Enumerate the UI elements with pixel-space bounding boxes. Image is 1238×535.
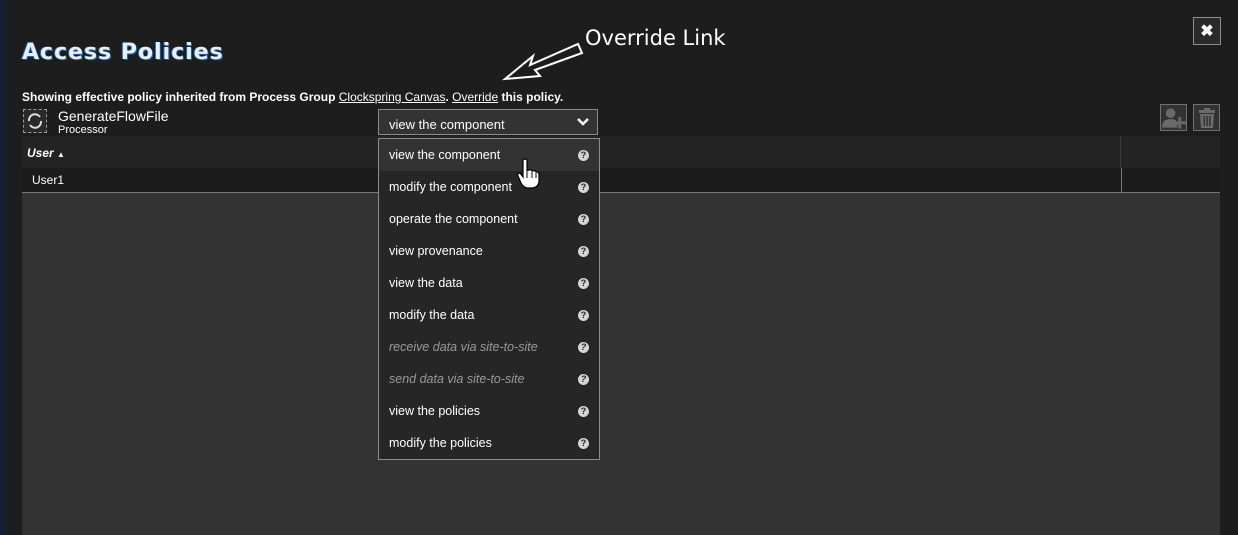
policy-option-send-site-to-site: send data via site-to-site?	[379, 363, 599, 395]
policy-option-view-provenance[interactable]: view provenance?	[379, 235, 599, 267]
policy-option-view-data[interactable]: view the data?	[379, 267, 599, 299]
policy-option-modify-policies[interactable]: modify the policies?	[379, 427, 599, 459]
policy-dropdown-menu: view the component? modify the component…	[378, 138, 600, 460]
component-name: GenerateFlowFile	[58, 108, 169, 124]
info-suffix: this policy.	[498, 90, 564, 104]
hand-pointer-icon	[517, 158, 540, 189]
users-grid: User ▲ User1	[22, 136, 1220, 535]
override-link[interactable]: Override	[452, 90, 498, 104]
policy-select[interactable]: view the component	[378, 109, 598, 135]
chevron-down-icon	[577, 115, 589, 130]
close-button[interactable]: ✖	[1193, 17, 1221, 45]
table-row[interactable]: User1	[22, 168, 1220, 193]
help-icon[interactable]: ?	[578, 310, 589, 321]
help-icon[interactable]: ?	[578, 342, 589, 353]
processor-icon	[23, 109, 47, 133]
add-user-button[interactable]	[1160, 104, 1187, 131]
help-icon[interactable]: ?	[578, 438, 589, 449]
user-cell: User1	[32, 173, 65, 187]
help-icon[interactable]: ?	[578, 214, 589, 225]
help-icon[interactable]: ?	[578, 278, 589, 289]
help-icon[interactable]: ?	[578, 246, 589, 257]
background-window-edge	[0, 0, 6, 535]
policy-option-view-component[interactable]: view the component?	[379, 139, 599, 171]
policy-option-modify-component[interactable]: modify the component?	[379, 171, 599, 203]
annotation-label: Override Link	[585, 26, 726, 50]
policy-option-modify-data[interactable]: modify the data?	[379, 299, 599, 331]
sort-ascending-icon: ▲	[57, 150, 65, 159]
help-icon[interactable]: ?	[578, 150, 589, 161]
process-group-link[interactable]: Clockspring Canvas	[339, 90, 446, 104]
delete-button[interactable]	[1193, 104, 1220, 131]
column-header-user[interactable]: User ▲	[27, 146, 65, 160]
policy-select-value: view the component	[389, 117, 505, 132]
close-icon: ✖	[1200, 23, 1214, 40]
inheritance-message: Showing effective policy inherited from …	[22, 90, 563, 104]
dialog-title: Access Policies	[22, 40, 224, 65]
help-icon[interactable]: ?	[578, 374, 589, 385]
column-divider	[1121, 168, 1122, 192]
help-icon[interactable]: ?	[578, 406, 589, 417]
help-icon[interactable]: ?	[578, 182, 589, 193]
component-type: Processor	[58, 124, 108, 136]
info-prefix: Showing effective policy inherited from …	[22, 90, 339, 104]
policy-option-view-policies[interactable]: view the policies?	[379, 395, 599, 427]
column-divider	[1120, 136, 1121, 168]
add-user-icon	[1161, 107, 1186, 129]
policy-option-receive-site-to-site: receive data via site-to-site?	[379, 331, 599, 363]
trash-icon	[1198, 107, 1215, 128]
policy-option-operate-component[interactable]: operate the component?	[379, 203, 599, 235]
grid-header: User ▲	[22, 136, 1220, 168]
annotation-arrow-icon	[501, 42, 584, 81]
